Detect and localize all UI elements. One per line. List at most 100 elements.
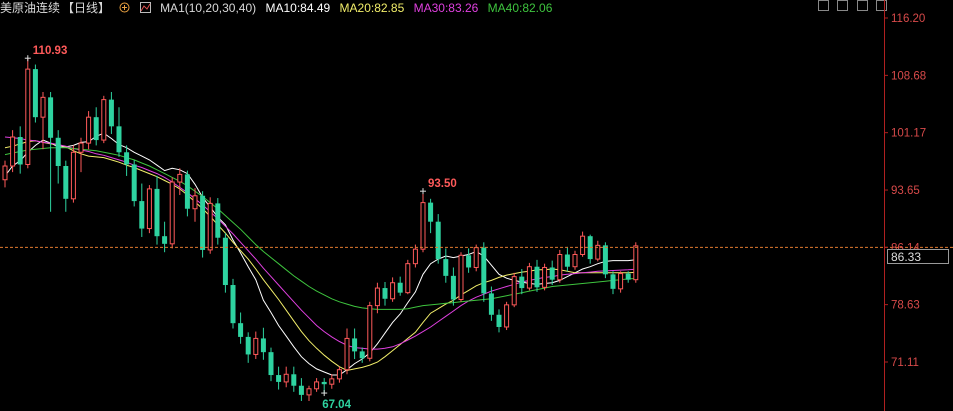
candle-body (557, 254, 563, 281)
candle-body (108, 99, 114, 127)
candle-body (534, 266, 540, 288)
candle (329, 374, 335, 389)
ma40-line (4, 147, 636, 310)
candle-body (466, 255, 472, 268)
candle (466, 248, 472, 273)
y-tick-label: 101.17 (891, 128, 926, 140)
candle (473, 244, 479, 272)
candle-body (124, 152, 130, 165)
candlestick-chart[interactable]: 110.93 93.50 67.04 116.20 108.68 101.17 93.65… (0, 0, 953, 411)
candle-body (405, 263, 411, 294)
candle (25, 58, 31, 169)
candle (298, 378, 304, 401)
candle (435, 214, 441, 264)
candle (504, 301, 510, 331)
candle-body (32, 69, 38, 118)
candle (101, 95, 107, 144)
candle-body (139, 201, 145, 229)
candle (238, 312, 244, 344)
candle (139, 183, 145, 237)
candle (55, 130, 61, 184)
candle (564, 246, 570, 272)
candle-body (101, 99, 107, 141)
candle-body (367, 305, 373, 359)
candle-body (625, 273, 631, 280)
candle-body (519, 276, 525, 289)
candle (10, 130, 16, 173)
candle (450, 267, 456, 306)
candle-body (131, 164, 137, 202)
candle (268, 347, 274, 382)
candle (146, 185, 152, 234)
candle (412, 244, 418, 268)
last-price-label: 86.33 (887, 249, 949, 264)
candle-body (268, 352, 274, 376)
candle-body (496, 314, 502, 327)
candle (86, 111, 92, 150)
candle (222, 233, 228, 293)
candle-body (488, 293, 494, 315)
candle-body (602, 245, 608, 275)
candle-body (93, 117, 99, 141)
candle-body (306, 388, 312, 396)
y-tick-label: 93.65 (891, 185, 920, 197)
candle-body (321, 381, 327, 385)
candle (633, 242, 639, 283)
candle (184, 170, 190, 217)
y-tick-label: 78.63 (891, 300, 920, 312)
candle (618, 271, 624, 293)
candle-body (618, 273, 624, 290)
candle-body (55, 137, 61, 167)
candle (352, 328, 358, 360)
candle-body (40, 96, 46, 118)
candle-body (443, 259, 449, 276)
candle (314, 378, 320, 392)
candle (215, 198, 221, 245)
candle-body (169, 181, 175, 245)
candle (17, 126, 23, 174)
y-axis: 116.20108.68101.1793.6586.1478.6371.11 (884, 13, 926, 369)
candle (306, 385, 312, 401)
ma20-line (4, 140, 636, 372)
candle (587, 234, 593, 264)
candle-body (78, 142, 84, 153)
candle (526, 262, 532, 291)
candle-body (2, 165, 8, 181)
candle (177, 168, 183, 195)
candle-body (481, 247, 487, 294)
candle (610, 271, 616, 295)
candle (390, 277, 396, 302)
candle (2, 160, 8, 188)
candle-body (390, 282, 396, 300)
candle-body (336, 369, 342, 380)
candle (260, 327, 266, 360)
candle-body (435, 221, 441, 260)
candle-body (283, 373, 289, 383)
candle-body (291, 374, 297, 386)
candle-body (17, 137, 23, 165)
candle (405, 259, 411, 295)
candle-body (48, 97, 54, 138)
candle-body (572, 254, 578, 268)
candle-body (70, 151, 76, 200)
candle (420, 191, 426, 253)
candle-body (549, 267, 555, 280)
candle-body (633, 245, 639, 281)
candle (344, 328, 350, 375)
candle-body (504, 304, 510, 328)
candle (283, 366, 289, 388)
candle-body (298, 385, 304, 395)
candle (93, 107, 99, 146)
candle-body (192, 195, 198, 210)
candle-body (215, 203, 221, 238)
candle-body (260, 338, 266, 353)
candle (580, 231, 586, 257)
candle-body (359, 351, 365, 359)
candle (253, 331, 259, 360)
candle (336, 366, 342, 383)
candle (542, 263, 548, 291)
candle-body (526, 266, 532, 289)
candle (108, 92, 114, 134)
candle (192, 188, 198, 222)
ma10-line (4, 132, 636, 376)
